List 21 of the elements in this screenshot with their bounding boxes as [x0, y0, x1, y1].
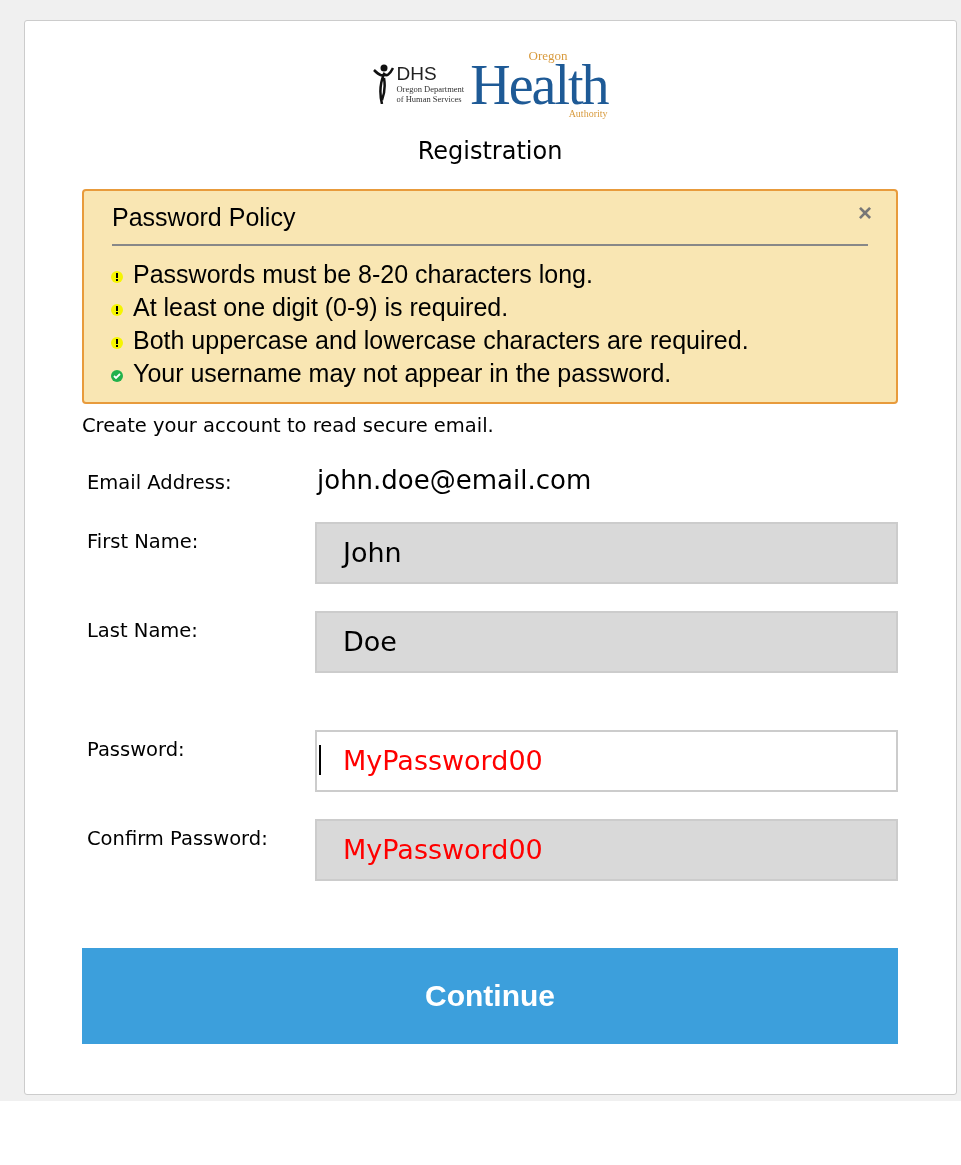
logo-subtitle: of Human Services — [396, 94, 463, 104]
policy-rule: At least one digit (0-9) is required. — [133, 292, 509, 323]
logo-subtitle: Oregon Department — [396, 84, 465, 94]
field-label: Confirm Password: — [86, 826, 269, 850]
close-button[interactable]: × — [858, 199, 872, 227]
page-title: Registration — [417, 137, 563, 165]
logo-text: DHS — [396, 64, 438, 84]
field-label: Last Name: — [86, 618, 199, 642]
email-value: john.doe@email.com — [315, 464, 593, 495]
field-label: First Name: — [86, 529, 200, 553]
field-label: Password: — [86, 737, 186, 761]
field-label: Email Address: — [86, 470, 233, 494]
logo-text: Authority — [568, 108, 608, 119]
input-field[interactable]: MyPassword00 — [315, 730, 898, 792]
policy-rule: Passwords must be 8-20 characters long. — [133, 259, 593, 290]
figure-icon — [372, 64, 395, 104]
continue-button[interactable]: Continue — [82, 948, 898, 1044]
intro-text: Create your account to read secure email. — [82, 414, 495, 437]
policy-rule: Both uppercase and lowercase characters are required. — [133, 325, 749, 356]
policy-rule: Your username may not appear in the password. — [133, 358, 672, 389]
logo-text: Oregon — [528, 49, 568, 61]
